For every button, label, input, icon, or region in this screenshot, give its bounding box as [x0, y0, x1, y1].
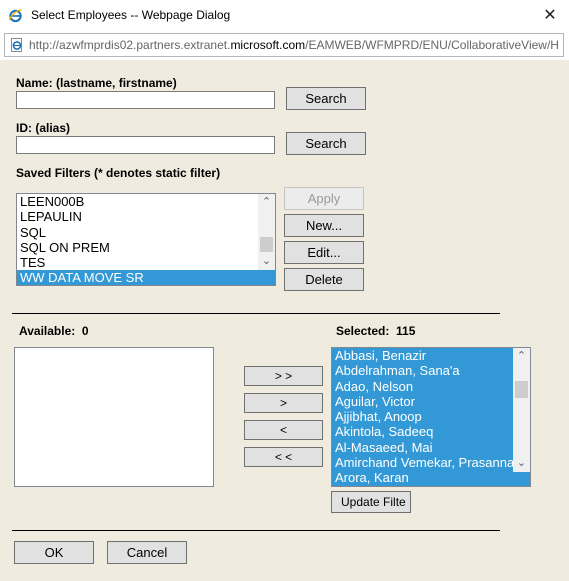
cancel-button[interactable]: Cancel: [107, 541, 187, 564]
selected-label: Selected: 115: [336, 324, 415, 338]
id-input[interactable]: [16, 136, 275, 154]
close-icon[interactable]: ✕: [536, 4, 564, 28]
remove-all-button[interactable]: < <: [244, 447, 323, 467]
list-item[interactable]: Amirchand Vemekar, Prasanna: [332, 455, 530, 470]
title-bar: Select Employees -- Webpage Dialog ✕: [0, 0, 569, 32]
separator: [12, 530, 500, 531]
selected-title: Selected:: [336, 324, 390, 338]
name-label: Name: (lastname, firstname): [16, 76, 177, 90]
list-item[interactable]: Abbasi, Benazir: [332, 348, 530, 363]
edit-filter-button[interactable]: Edit...: [284, 241, 364, 264]
selected-scrollbar[interactable]: ⌃ ⌄: [513, 348, 530, 472]
list-item[interactable]: Aguilar, Victor: [332, 394, 530, 409]
ok-button[interactable]: OK: [14, 541, 94, 564]
list-item[interactable]: TES: [17, 255, 275, 270]
list-item[interactable]: Adao, Nelson: [332, 379, 530, 394]
add-button[interactable]: >: [244, 393, 323, 413]
list-item[interactable]: Ajjibhat, Anoop: [332, 409, 530, 424]
update-filter-button[interactable]: Update Filte: [331, 491, 411, 513]
list-item[interactable]: Abdelrahman, Sana'a: [332, 363, 530, 378]
apply-button[interactable]: Apply: [284, 187, 364, 210]
available-label: Available: 0: [19, 324, 89, 338]
saved-filters-scrollbar[interactable]: ⌃ ⌄: [258, 194, 275, 270]
scroll-thumb[interactable]: [260, 237, 273, 252]
add-all-button[interactable]: > >: [244, 366, 323, 386]
saved-filters-label: Saved Filters (* denotes static filter): [16, 166, 221, 180]
list-item[interactable]: LEPAULIN: [17, 209, 275, 224]
address-url: http://azwfmprdis02.partners.extranet.mi…: [29, 38, 562, 52]
scroll-down-icon[interactable]: ⌄: [258, 253, 275, 270]
selected-count: 115: [396, 324, 416, 338]
ie-page-icon: [11, 38, 22, 52]
selected-list[interactable]: Abbasi, Benazir Abdelrahman, Sana'a Adao…: [331, 347, 531, 487]
scroll-up-icon[interactable]: ⌃: [258, 194, 275, 211]
separator: [12, 313, 500, 314]
scroll-thumb[interactable]: [515, 381, 528, 398]
name-input[interactable]: [16, 91, 275, 109]
delete-filter-button[interactable]: Delete: [284, 268, 364, 291]
window-title: Select Employees -- Webpage Dialog: [31, 8, 231, 22]
new-filter-button[interactable]: New...: [284, 214, 364, 237]
list-item[interactable]: SQL: [17, 225, 275, 240]
address-bar: http://azwfmprdis02.partners.extranet.mi…: [4, 33, 564, 57]
list-item[interactable]: LEEN000B: [17, 194, 275, 209]
list-item[interactable]: SQL ON PREM: [17, 240, 275, 255]
id-search-button[interactable]: Search: [286, 132, 366, 155]
remove-button[interactable]: <: [244, 420, 323, 440]
available-title: Available:: [19, 324, 76, 338]
list-item[interactable]: Akintola, Sadeeq: [332, 424, 530, 439]
id-label: ID: (alias): [16, 121, 71, 135]
scroll-down-icon[interactable]: ⌄: [513, 455, 530, 472]
available-list[interactable]: [14, 347, 214, 487]
url-domain: microsoft.com: [230, 38, 306, 52]
url-prefix: http://azwfmprdis02.partners.extranet.: [29, 38, 231, 52]
list-item[interactable]: Arora, Karan: [332, 470, 530, 485]
scroll-up-icon[interactable]: ⌃: [513, 348, 530, 365]
available-count: 0: [81, 324, 89, 338]
name-search-button[interactable]: Search: [286, 87, 366, 110]
list-item-selected[interactable]: WW DATA MOVE SR: [17, 270, 275, 285]
list-item[interactable]: Al-Masaeed, Mai: [332, 440, 530, 455]
ie-icon: [8, 9, 22, 23]
url-suffix: /EAMWEB/WFMPRD/ENU/CollaborativeView/H: [305, 38, 559, 52]
dialog-body: Name: (lastname, firstname) Search ID: (…: [0, 60, 569, 581]
saved-filters-list[interactable]: LEEN000B LEPAULIN SQL SQL ON PREM TES WW…: [16, 193, 276, 286]
